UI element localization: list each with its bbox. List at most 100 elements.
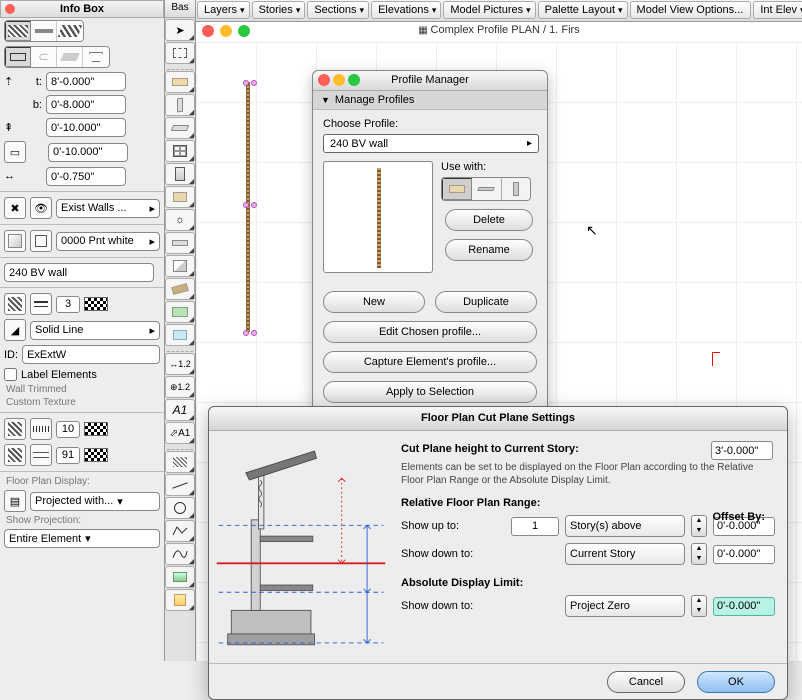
elev2-input[interactable]: 0'-10.000" bbox=[48, 143, 128, 162]
thickness-input[interactable]: 0'-0.750" bbox=[46, 167, 126, 186]
show-down1-dropdown[interactable]: Current Story bbox=[565, 543, 685, 565]
fill-tool-button[interactable] bbox=[165, 451, 195, 473]
fp-display-icon[interactable]: ▤ bbox=[4, 490, 26, 512]
show-proj-select[interactable]: Entire Element bbox=[4, 529, 160, 548]
line-type-select[interactable]: Solid Line bbox=[30, 321, 160, 340]
stair-tool-button[interactable] bbox=[165, 255, 195, 277]
zone-tool-button[interactable] bbox=[165, 324, 195, 346]
close-icon[interactable] bbox=[318, 74, 330, 86]
polyline-tool-button[interactable] bbox=[165, 520, 195, 542]
level-dim-tool-button[interactable]: ⊕1.2 bbox=[165, 376, 195, 398]
close-icon[interactable] bbox=[5, 4, 15, 14]
elev1-input[interactable]: 0'-10.000" bbox=[46, 118, 126, 137]
duplicate-button[interactable]: Duplicate bbox=[435, 291, 537, 313]
reference-line-icon[interactable]: ◢ bbox=[4, 319, 26, 341]
menu-elevations[interactable]: Elevations bbox=[371, 1, 441, 19]
selection-handle[interactable] bbox=[251, 80, 257, 86]
selection-handle[interactable] bbox=[243, 202, 249, 208]
cancel-button[interactable]: Cancel bbox=[607, 671, 685, 693]
edit-profile-button[interactable]: Edit Chosen profile... bbox=[323, 321, 537, 343]
material-select[interactable]: 0000 Pnt white bbox=[56, 232, 160, 251]
bottom-height-input[interactable]: 0'-8.000" bbox=[46, 95, 126, 114]
column-tool-button[interactable] bbox=[165, 94, 195, 116]
slab-tool-button[interactable] bbox=[165, 232, 195, 254]
fill-bg-icon[interactable] bbox=[30, 444, 52, 466]
door-tool-button[interactable] bbox=[165, 163, 195, 185]
figure-tool-button[interactable] bbox=[165, 566, 195, 588]
menu-palette-layout[interactable]: Palette Layout bbox=[538, 1, 628, 19]
wall-mode-segmented[interactable] bbox=[4, 20, 84, 42]
selection-handle[interactable] bbox=[251, 330, 257, 336]
label-elements-checkbox[interactable] bbox=[4, 368, 17, 381]
material-swatch-icon[interactable] bbox=[4, 230, 26, 252]
label-tool-button[interactable]: ⬀A1 bbox=[165, 422, 195, 444]
roof-tool-button[interactable] bbox=[165, 278, 195, 300]
geometry-mode-segmented[interactable]: ⊂ bbox=[4, 46, 110, 68]
show-down2-offset[interactable]: 0'-0.000" bbox=[713, 597, 775, 616]
show-down1-stepper[interactable]: ▲▼ bbox=[691, 543, 707, 565]
dimension-tool-button[interactable]: ↔1.2 bbox=[165, 353, 195, 375]
menu-stories[interactable]: Stories bbox=[252, 1, 306, 19]
top-height-input[interactable]: 8'-0.000" bbox=[46, 72, 126, 91]
eye-icon[interactable]: 👁 bbox=[30, 197, 52, 219]
text-tool-button[interactable]: A1 bbox=[165, 399, 195, 421]
pen2-input[interactable] bbox=[56, 421, 80, 438]
pen2-swatch[interactable] bbox=[84, 422, 108, 436]
show-up-input[interactable] bbox=[511, 517, 559, 536]
cut-plane-title[interactable]: Floor Plan Cut Plane Settings bbox=[209, 407, 787, 431]
manage-profiles-section[interactable]: Manage Profiles bbox=[313, 91, 547, 110]
menu-layers[interactable]: Layers bbox=[197, 1, 250, 19]
layer-select[interactable]: Exist Walls ... bbox=[56, 199, 160, 218]
marquee-tool-button[interactable] bbox=[165, 42, 195, 64]
beam-tool-button[interactable] bbox=[165, 117, 195, 139]
hotspot-tool-button[interactable] bbox=[165, 589, 195, 611]
cut-display-icon[interactable] bbox=[4, 293, 26, 315]
pen3-input[interactable] bbox=[56, 447, 80, 464]
pen1-swatch[interactable] bbox=[84, 297, 108, 311]
override-bg-icon[interactable] bbox=[4, 444, 26, 466]
mesh-tool-button[interactable] bbox=[165, 301, 195, 323]
show-down1-offset[interactable]: 0'-0.000" bbox=[713, 545, 775, 564]
apply-selection-button[interactable]: Apply to Selection bbox=[323, 381, 537, 403]
show-down2-stepper[interactable]: ▲▼ bbox=[691, 595, 707, 617]
show-up-dropdown[interactable]: Story(s) above bbox=[565, 515, 685, 537]
fp-display-select[interactable]: Projected with... bbox=[30, 492, 160, 511]
selection-handle[interactable] bbox=[243, 330, 249, 336]
profile-display[interactable]: 240 BV wall bbox=[4, 263, 154, 282]
circle-tool-button[interactable] bbox=[165, 497, 195, 519]
zoom-icon[interactable] bbox=[348, 74, 360, 86]
visibility-icon[interactable]: ✖ bbox=[4, 197, 26, 219]
id-input[interactable]: ExExtW bbox=[22, 345, 160, 364]
menu-model-pictures[interactable]: Model Pictures bbox=[443, 1, 535, 19]
line-tool-button[interactable] bbox=[165, 474, 195, 496]
menu-model-view-options[interactable]: Model View Options... bbox=[630, 1, 752, 19]
profile-manager-title[interactable]: Profile Manager bbox=[313, 71, 547, 91]
object-tool-button[interactable] bbox=[165, 186, 195, 208]
capture-profile-button[interactable]: Capture Element's profile... bbox=[323, 351, 537, 373]
override-surf-icon[interactable] bbox=[4, 418, 26, 440]
menu-int-elev[interactable]: Int Elev bbox=[753, 1, 802, 19]
pen3-swatch[interactable] bbox=[84, 448, 108, 462]
delete-button[interactable]: Delete bbox=[445, 209, 533, 231]
material-box-icon[interactable] bbox=[30, 230, 52, 252]
minimize-icon[interactable] bbox=[333, 74, 345, 86]
arrow-tool-button[interactable]: ➤ bbox=[165, 19, 195, 41]
pen1-input[interactable] bbox=[56, 296, 80, 313]
lamp-tool-button[interactable]: ☼ bbox=[165, 209, 195, 231]
window-tool-button[interactable] bbox=[165, 140, 195, 162]
show-down2-dropdown[interactable]: Project Zero bbox=[565, 595, 685, 617]
line-type-icon[interactable] bbox=[30, 293, 52, 315]
spline-tool-button[interactable] bbox=[165, 543, 195, 565]
menu-sections[interactable]: Sections bbox=[307, 1, 369, 19]
cut-plane-height-input[interactable]: 3'-0.000" bbox=[711, 441, 773, 460]
story-ref-button[interactable]: ▭ bbox=[4, 141, 26, 163]
selection-handle[interactable] bbox=[251, 202, 257, 208]
use-with-segmented[interactable] bbox=[441, 177, 531, 201]
drawing-canvas[interactable]: ↖ Profile Manager Manage Profiles Choose… bbox=[196, 42, 802, 661]
rename-button[interactable]: Rename bbox=[445, 239, 533, 261]
selection-handle[interactable] bbox=[243, 80, 249, 86]
fill-display-icon[interactable] bbox=[30, 418, 52, 440]
show-up-stepper[interactable]: ▲▼ bbox=[691, 515, 707, 537]
choose-profile-dropdown[interactable]: 240 BV wall bbox=[323, 134, 539, 153]
ok-button[interactable]: OK bbox=[697, 671, 775, 693]
